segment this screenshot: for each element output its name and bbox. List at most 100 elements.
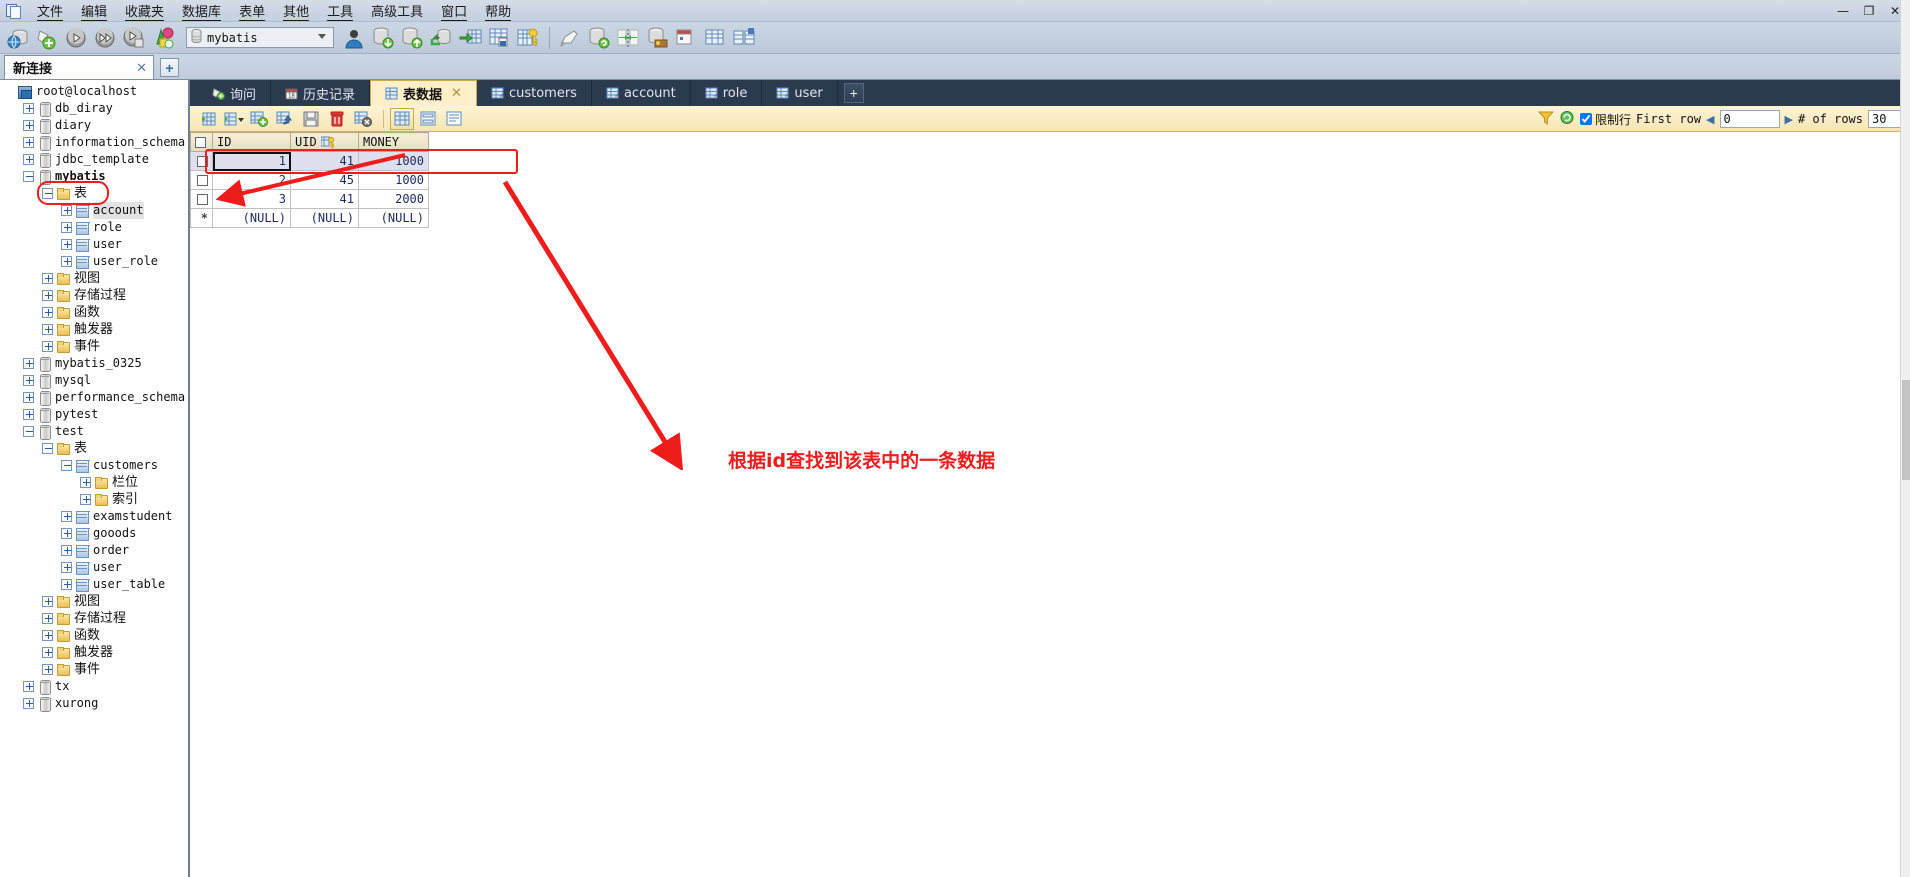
menu-item-favorites[interactable]: 收藏夹 <box>116 0 173 22</box>
model-icon[interactable] <box>149 24 177 52</box>
connection-tab[interactable]: 新连接 ✕ <box>4 55 154 79</box>
import-icon[interactable] <box>427 24 455 52</box>
expand-icon[interactable] <box>23 103 34 114</box>
tree-node[interactable]: account <box>0 202 188 219</box>
close-icon[interactable]: ✕ <box>136 60 147 76</box>
limit-rows-input[interactable] <box>1579 113 1592 125</box>
prev-page-button[interactable]: ◀ <box>1706 113 1714 126</box>
first-row-input[interactable] <box>1719 110 1780 128</box>
collapse-icon[interactable] <box>23 171 34 182</box>
column-header[interactable]: ID <box>212 132 291 152</box>
user-icon[interactable] <box>340 24 368 52</box>
tree-node[interactable]: jdbc_template <box>0 151 188 168</box>
expand-icon[interactable] <box>42 664 53 675</box>
tree-node[interactable]: 函数 <box>0 304 188 321</box>
tree-node[interactable]: 存储过程 <box>0 287 188 304</box>
tab-表数据[interactable]: 表数据 ✕ <box>370 80 477 106</box>
tab-询问[interactable]: 询问 <box>198 80 272 106</box>
row-select-cell[interactable] <box>190 151 213 171</box>
expand-icon[interactable] <box>61 528 72 539</box>
refresh-icon[interactable] <box>1559 110 1575 128</box>
table-cell[interactable]: (NULL) <box>212 208 291 228</box>
stop-icon[interactable] <box>120 24 148 52</box>
expand-icon[interactable] <box>23 154 34 165</box>
table-cell[interactable]: 1000 <box>358 170 429 190</box>
expand-icon[interactable] <box>42 307 53 318</box>
expand-icon[interactable] <box>23 120 34 131</box>
collapse-icon[interactable] <box>42 188 53 199</box>
expand-icon[interactable] <box>61 239 72 250</box>
grid-view-icon[interactable] <box>390 107 414 130</box>
collapse-icon[interactable] <box>42 443 53 454</box>
chevron-down-icon[interactable] <box>318 34 326 39</box>
cancel-record-icon[interactable] <box>351 108 375 130</box>
schedule-icon[interactable] <box>672 24 700 52</box>
tree-node[interactable]: information_schema <box>0 134 188 151</box>
tree-node[interactable]: 函数 <box>0 627 188 644</box>
menu-item-tools[interactable]: 工具 <box>318 0 362 22</box>
expand-icon[interactable] <box>61 222 72 233</box>
num-rows-input[interactable] <box>1868 110 1904 128</box>
expand-icon[interactable] <box>42 647 53 658</box>
tree-node[interactable]: 触发器 <box>0 644 188 661</box>
tab-account[interactable]: account <box>592 80 691 106</box>
text-view-icon[interactable] <box>442 108 466 130</box>
tree-node[interactable]: root@localhost <box>0 83 188 100</box>
menu-item-database[interactable]: 数据库 <box>173 0 230 22</box>
expand-icon[interactable] <box>61 579 72 590</box>
tree-node[interactable]: 表 <box>0 185 188 202</box>
tree-node[interactable]: 视图 <box>0 593 188 610</box>
design-icon[interactable] <box>556 24 584 52</box>
menu-item-form[interactable]: 表单 <box>230 0 274 22</box>
report-icon[interactable] <box>485 24 513 52</box>
filter-icon[interactable] <box>1537 111 1555 128</box>
save-record-icon[interactable] <box>299 108 323 130</box>
delete-record-icon[interactable] <box>325 108 349 130</box>
expand-icon[interactable] <box>23 409 34 420</box>
expand-icon[interactable] <box>61 562 72 573</box>
connection-icon[interactable] <box>4 24 32 52</box>
tree-node[interactable]: gooods <box>0 525 188 542</box>
expand-icon[interactable] <box>42 630 53 641</box>
table-cell[interactable]: 1000 <box>358 151 429 171</box>
tree-node[interactable]: 触发器 <box>0 321 188 338</box>
run-icon[interactable] <box>62 24 90 52</box>
tab-role[interactable]: role <box>691 80 763 106</box>
form-view-icon[interactable] <box>416 108 440 130</box>
new-query-icon[interactable] <box>33 24 61 52</box>
menu-item-help[interactable]: 帮助 <box>476 0 520 22</box>
expand-icon[interactable] <box>42 613 53 624</box>
expand-icon[interactable] <box>42 341 53 352</box>
expand-icon[interactable] <box>23 698 34 709</box>
table-row[interactable]: 1 41 1000 <box>190 151 429 171</box>
table-cell[interactable]: (NULL) <box>358 208 429 228</box>
row-checkbox[interactable] <box>197 156 208 167</box>
privileges-icon[interactable] <box>643 24 671 52</box>
tree-node[interactable]: user <box>0 236 188 253</box>
column-header[interactable]: UID <box>290 132 359 152</box>
tree-node[interactable]: test <box>0 423 188 440</box>
expand-icon[interactable] <box>61 511 72 522</box>
add-tab-button[interactable]: + <box>843 83 864 103</box>
menu-item-other[interactable]: 其他 <box>274 0 318 22</box>
table-cell[interactable]: 45 <box>290 170 359 190</box>
add-record-icon[interactable] <box>247 108 271 130</box>
table-row[interactable]: 3 41 2000 <box>190 189 429 209</box>
row-checkbox[interactable] <box>197 175 208 186</box>
tree-node[interactable]: mybatis_0325 <box>0 355 188 372</box>
expand-icon[interactable] <box>61 545 72 556</box>
select-all-header[interactable] <box>190 132 213 152</box>
table-grid-icon[interactable] <box>701 24 729 52</box>
tab-user[interactable]: user <box>762 80 838 106</box>
table-row[interactable]: * (NULL) (NULL) (NULL) <box>190 208 429 228</box>
tree-node[interactable]: user_role <box>0 253 188 270</box>
limit-rows-checkbox[interactable]: 限制行 <box>1579 111 1631 128</box>
close-icon[interactable]: ✕ <box>451 86 462 101</box>
tab-历史记录[interactable]: 18 历史记录 <box>271 80 371 106</box>
expand-icon[interactable] <box>80 494 91 505</box>
menu-item-advanced-tools[interactable]: 高级工具 <box>362 0 432 22</box>
tree-node[interactable]: 索引 <box>0 491 188 508</box>
vertical-scrollbar[interactable] <box>1900 0 1910 877</box>
add-connection-button[interactable]: + <box>160 58 179 77</box>
expand-icon[interactable] <box>23 681 34 692</box>
